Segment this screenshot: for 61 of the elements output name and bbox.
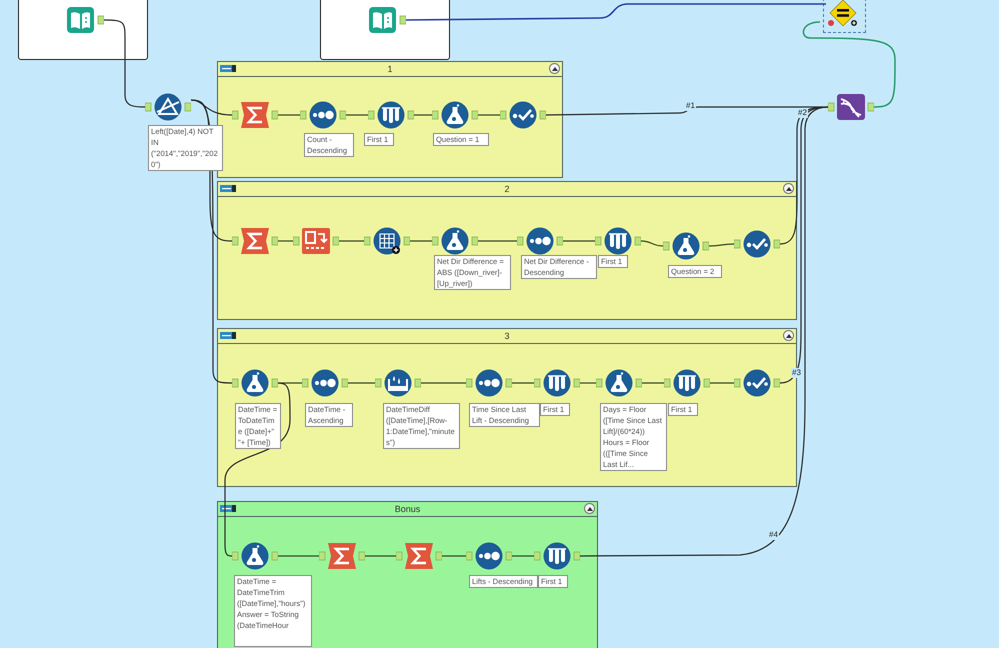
connection-line: [339, 240, 364, 242]
connection-line: [512, 382, 534, 384]
connection-line: [348, 382, 375, 384]
triangle-icon[interactable]: [145, 92, 191, 122]
dots-icon[interactable]: [302, 368, 348, 398]
toggle-icon[interactable]: [220, 505, 236, 512]
bucket-drops-icon[interactable]: [375, 368, 421, 398]
test-tubes-icon[interactable]: [534, 368, 580, 398]
flask-icon[interactable]: [596, 368, 642, 398]
table-arrow-icon[interactable]: [293, 226, 339, 256]
connection-line: [414, 114, 432, 116]
dots-icon[interactable]: [517, 226, 563, 256]
container-title: Bonus: [394, 504, 420, 514]
connection-line: [512, 555, 534, 557]
toggle-icon[interactable]: [220, 332, 236, 339]
collapse-button[interactable]: [584, 503, 595, 514]
connection-line: [478, 240, 517, 242]
collapse-button[interactable]: [783, 183, 794, 194]
collapse-button[interactable]: [549, 63, 560, 74]
sigma-icon[interactable]: [319, 541, 365, 571]
test-tubes-icon[interactable]: [368, 100, 414, 130]
connection-label: #1: [685, 101, 696, 111]
collapse-button[interactable]: [783, 330, 794, 341]
up-arrow-icon: [786, 186, 792, 190]
flask-icon[interactable]: [663, 231, 709, 261]
connection-label: #4: [768, 530, 779, 540]
toggle-icon[interactable]: [220, 185, 236, 192]
container-title: 1: [387, 64, 392, 74]
up-arrow-icon: [586, 506, 592, 510]
connection-line: [278, 114, 300, 116]
flask-icon[interactable]: [432, 226, 478, 256]
sigma-icon[interactable]: [396, 541, 442, 571]
connection-line: [346, 114, 368, 116]
dots-icon[interactable]: [466, 541, 512, 571]
flask-icon[interactable]: [232, 541, 278, 571]
dots-icon[interactable]: [466, 368, 512, 398]
flask-icon[interactable]: [432, 100, 478, 130]
up-arrow-icon: [786, 334, 792, 338]
sigma-icon[interactable]: [232, 226, 278, 256]
test-tubes-icon[interactable]: [664, 368, 710, 398]
connection-line: [410, 240, 432, 242]
grid-plus-icon[interactable]: [364, 226, 410, 256]
connection-line: [365, 555, 396, 557]
connection-line: [478, 114, 500, 116]
connection-line: [421, 382, 466, 384]
checkmark-icon[interactable]: [500, 100, 546, 130]
connection-line: [442, 555, 466, 557]
connection-line: [278, 240, 293, 242]
connection-label: #2: [797, 108, 808, 118]
dots-icon[interactable]: [300, 100, 346, 130]
container-title: 2: [504, 184, 510, 194]
connection-label: #3: [791, 368, 802, 378]
container-title: 3: [504, 331, 510, 341]
flask-icon[interactable]: [232, 368, 278, 398]
checkmark-icon[interactable]: [734, 229, 780, 259]
up-arrow-icon: [552, 66, 558, 70]
test-tubes-icon[interactable]: [595, 226, 641, 256]
test-tubes-icon[interactable]: [534, 541, 580, 571]
toggle-icon[interactable]: [220, 65, 236, 72]
checkmark-icon[interactable]: [734, 368, 780, 398]
sigma-icon[interactable]: [232, 100, 278, 130]
